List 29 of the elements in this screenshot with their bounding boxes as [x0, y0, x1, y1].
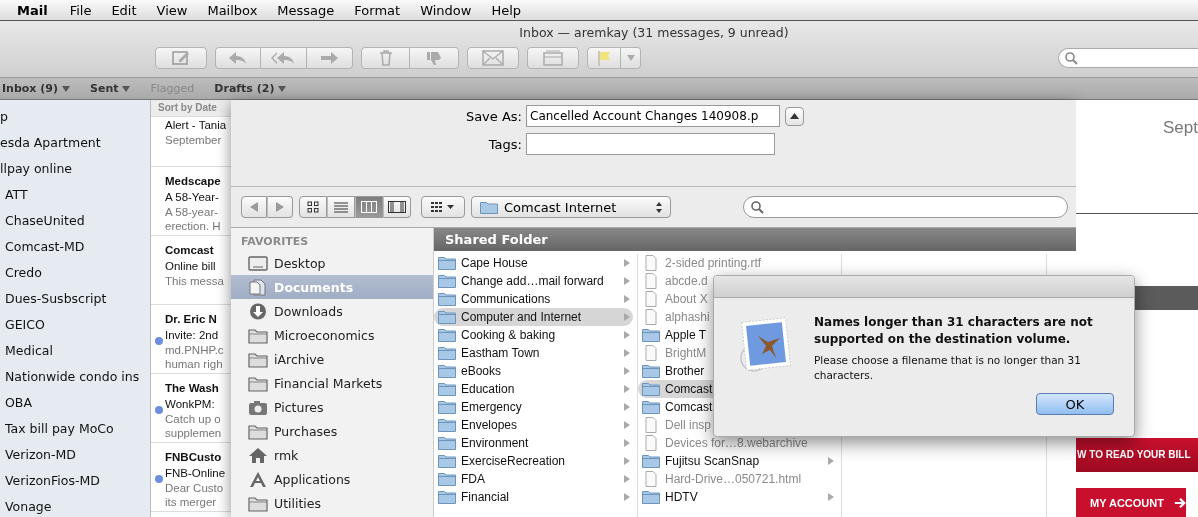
email-snippet: Dear Custo [165, 481, 225, 495]
email-subject: Invite: 2nd [165, 328, 220, 343]
email-sender: Medscape [165, 174, 221, 189]
column-header: Shared Folder [434, 228, 1077, 251]
email-sender: Dr. Eric N [165, 312, 218, 327]
alert-message: Please choose a filename that is no longer than 31 characters. [814, 353, 1082, 383]
email-snippet: A 58-year- [165, 205, 220, 219]
email-subject: Alert - Tania [165, 118, 227, 133]
email-sender: The Wash [165, 381, 220, 396]
email-subject: A 58-Year- [165, 190, 220, 205]
email-snippet: September [165, 133, 223, 147]
email-subject: WonkPM: [165, 397, 216, 412]
email-snippet: its merger [165, 495, 218, 509]
email-snippet: supplemen [165, 426, 222, 440]
email-snippet: erection. H [165, 219, 221, 233]
date-text: Sept [1162, 117, 1198, 139]
email-subject: Online bill [165, 259, 217, 274]
tags-label: Tags: [487, 136, 523, 152]
email-snippet: Catch up o [165, 412, 222, 426]
favorites-heading: FAVORITES [240, 234, 310, 250]
save-as-label: Save As: [464, 108, 523, 124]
email-sender: Comcast [165, 243, 215, 258]
email-snippet: This messa [165, 274, 224, 288]
email-sender: FNBCusto [165, 450, 223, 465]
alert-title: Names longer than 31 characters are not supported on the destination volume. [814, 314, 1094, 348]
email-snippet: human righ [165, 357, 224, 371]
email-subject: FNB-Online [165, 466, 226, 481]
window-title: Inbox — aremkay (31 messages, 9 unread) [518, 24, 790, 42]
email-snippet: md.PNHP.c [165, 343, 224, 357]
